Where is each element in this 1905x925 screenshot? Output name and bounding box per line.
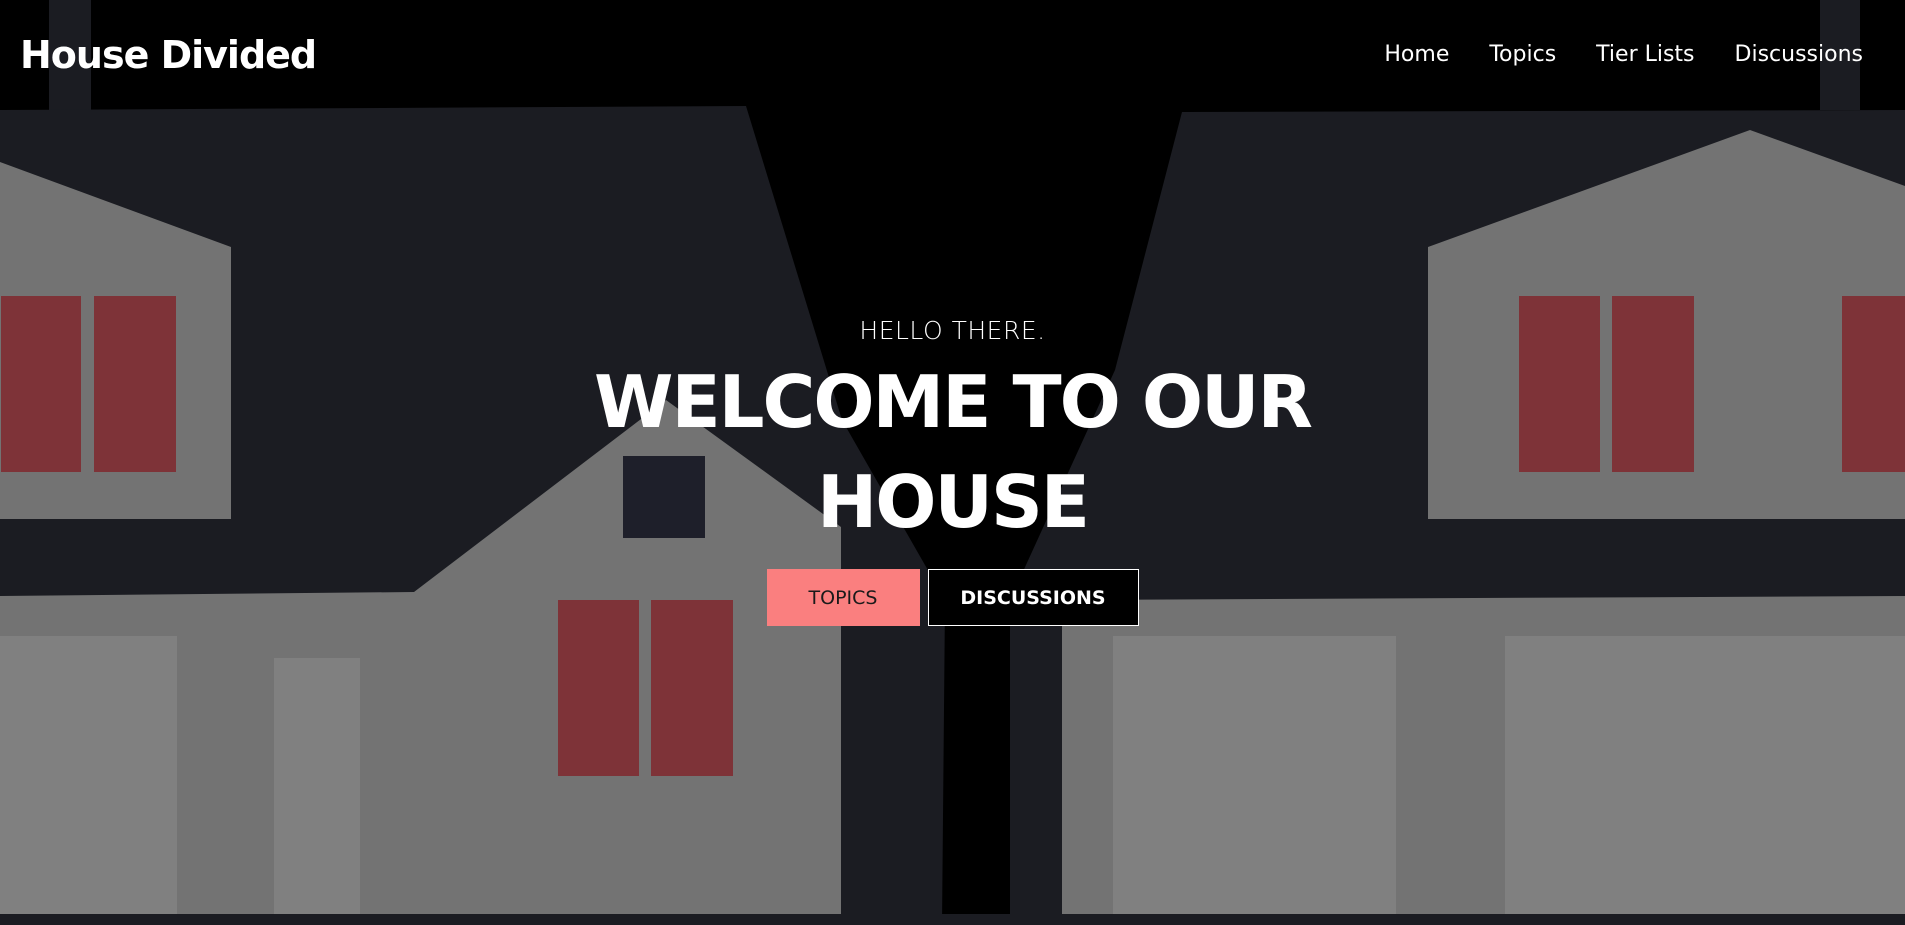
nav-link-topics[interactable]: Topics: [1489, 42, 1556, 67]
nav-item-home: Home: [1384, 40, 1449, 70]
nav-link-tier-lists[interactable]: Tier Lists: [1596, 42, 1694, 67]
hero-buttons: TOPICS DISCUSSIONS: [0, 569, 1905, 626]
right-garage-door-2: [1505, 636, 1905, 914]
brand-logo[interactable]: House Divided: [20, 32, 317, 78]
page: House Divided Home Topics Tier Lists Dis…: [0, 0, 1905, 925]
hero-section: HELLO THERE. WELCOME TO OUR HOUSE TOPICS…: [0, 310, 1905, 626]
left-lower-window-1: [558, 600, 639, 776]
bottom-strip: [0, 914, 1905, 925]
nav-item-topics: Topics: [1489, 40, 1556, 70]
hero-eyebrow: HELLO THERE.: [859, 316, 1046, 345]
left-lower-window-2: [651, 600, 733, 776]
hero-title: WELCOME TO OUR HOUSE: [594, 360, 1313, 544]
navbar: House Divided Home Topics Tier Lists Dis…: [0, 0, 1905, 112]
left-entry-door: [274, 658, 360, 914]
discussions-button[interactable]: DISCUSSIONS: [927, 569, 1139, 626]
right-garage-door-1: [1113, 636, 1396, 914]
topics-button[interactable]: TOPICS: [766, 569, 920, 626]
nav-link-home[interactable]: Home: [1384, 42, 1449, 67]
nav-menu: Home Topics Tier Lists Discussions: [1384, 40, 1863, 70]
left-garage-door: [0, 636, 177, 914]
nav-item-tier-lists: Tier Lists: [1596, 40, 1694, 70]
nav-link-discussions[interactable]: Discussions: [1735, 42, 1863, 67]
nav-item-discussions: Discussions: [1735, 40, 1863, 70]
